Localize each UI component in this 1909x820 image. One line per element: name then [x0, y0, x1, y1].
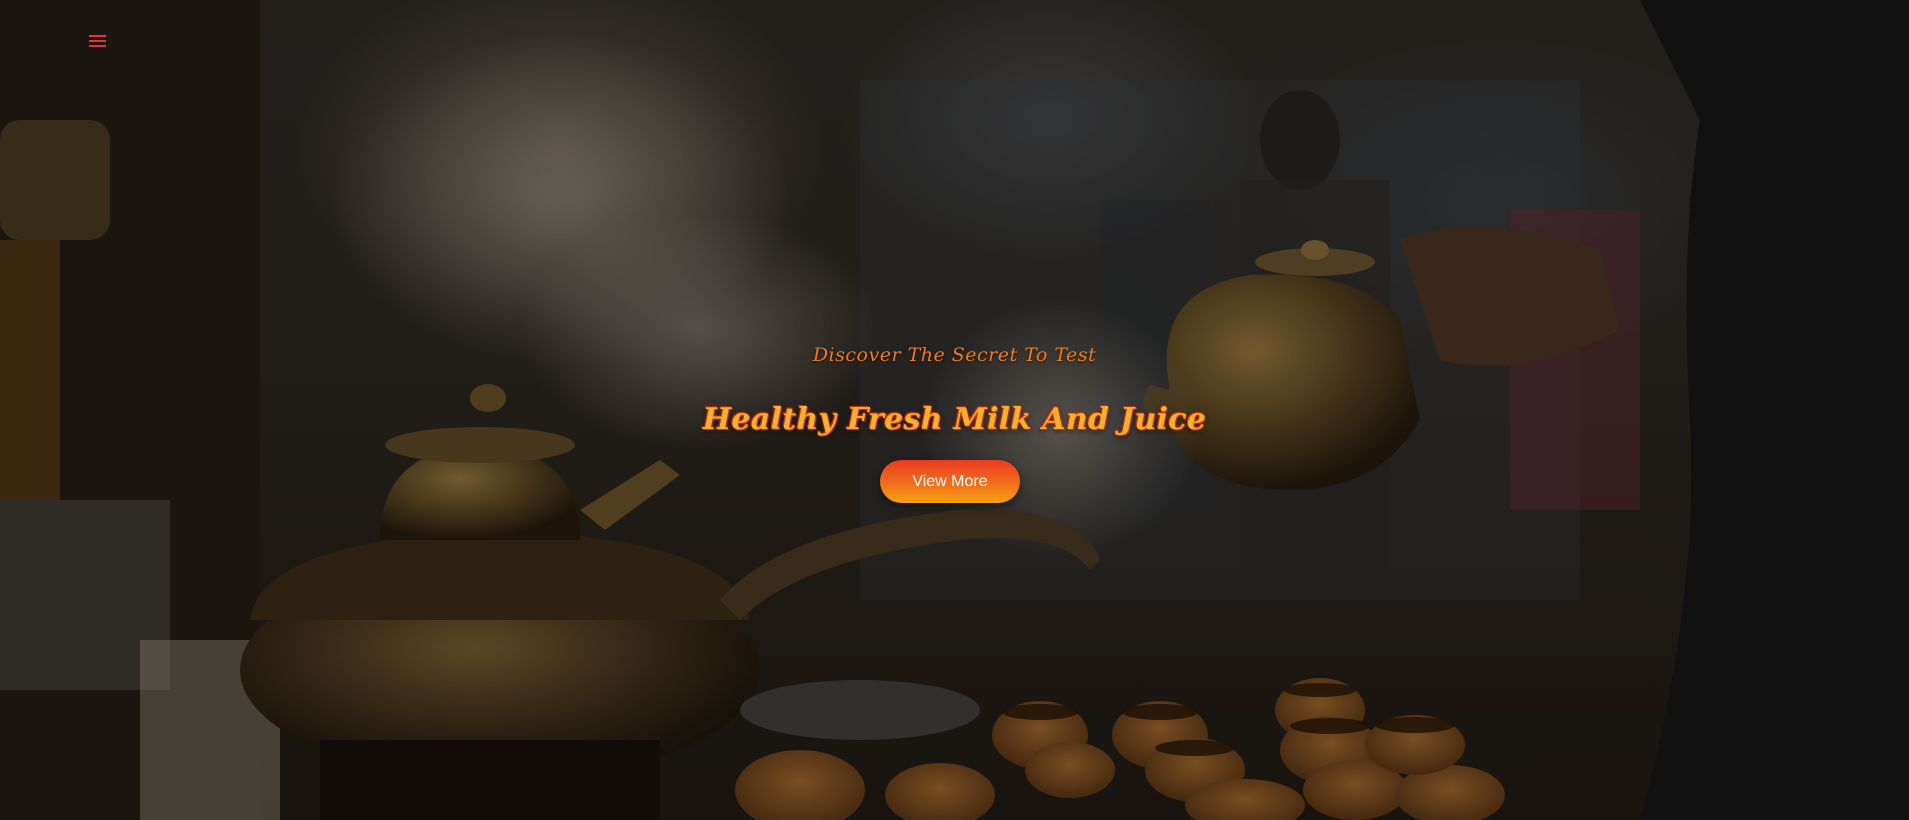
menu-line-icon: [89, 35, 106, 37]
hero-section: Discover The Secret To Test Healthy Fres…: [0, 0, 1909, 820]
menu-line-icon: [89, 45, 106, 47]
view-more-button[interactable]: View More: [880, 460, 1020, 503]
hero-subtitle: Discover The Secret To Test: [812, 344, 1097, 366]
hero-title: Healthy Fresh Milk And Juice: [702, 402, 1207, 437]
menu-line-icon: [89, 40, 106, 42]
hamburger-menu-icon[interactable]: [87, 32, 109, 50]
